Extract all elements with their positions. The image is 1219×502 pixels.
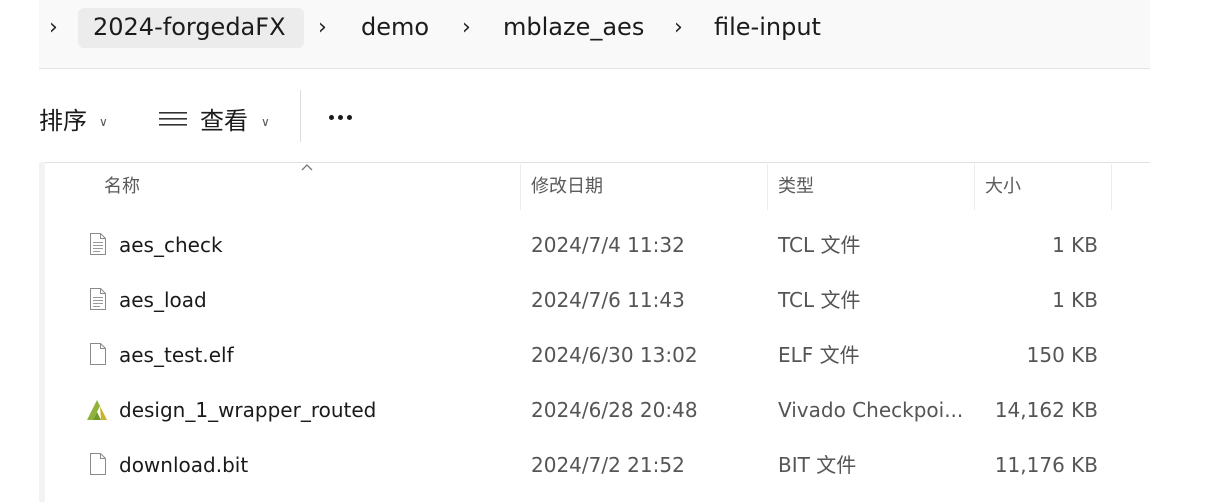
file-name: design_1_wrapper_routed: [119, 398, 377, 422]
column-header-size[interactable]: 大小: [985, 178, 1021, 196]
pane-border: [39, 162, 1150, 163]
sort-button[interactable]: 排序 ∨: [39, 105, 119, 139]
breadcrumb-item-file-input[interactable]: file-input: [714, 15, 821, 39]
file-name: aes_test.elf: [119, 343, 234, 367]
file-type: BIT 文件: [778, 453, 857, 477]
breadcrumb-item-root[interactable]: 2024-forgedaFX: [93, 15, 286, 39]
file-row[interactable]: aes_test.elf 2024/6/30 13:02 ELF 文件 150 …: [50, 332, 1110, 377]
vivado-logo-icon: [87, 400, 107, 420]
column-header-type[interactable]: 类型: [778, 178, 814, 196]
sort-ascending-icon: [301, 164, 313, 171]
column-divider[interactable]: [974, 164, 975, 210]
file-type: ELF 文件: [778, 343, 860, 367]
more-options-button[interactable]: [322, 104, 362, 130]
chevron-right-icon[interactable]: ›: [462, 17, 471, 39]
file-modified: 2024/7/6 11:43: [531, 288, 685, 312]
file-name: aes_load: [119, 288, 207, 312]
text-file-icon: [90, 233, 106, 255]
file-size: 150 KB: [1026, 343, 1098, 367]
sort-label: 排序: [39, 107, 87, 135]
file-modified: 2024/7/4 11:32: [531, 233, 685, 257]
file-row[interactable]: design_1_wrapper_routed 2024/6/28 20:48 …: [50, 387, 1110, 432]
toolbar-divider: [300, 90, 301, 142]
file-row[interactable]: aes_load 2024/7/6 11:43 TCL 文件 1 KB: [50, 277, 1110, 322]
column-divider[interactable]: [767, 164, 768, 210]
column-divider[interactable]: [1111, 164, 1112, 210]
column-divider[interactable]: [520, 164, 521, 210]
breadcrumb-item-mblaze-aes[interactable]: mblaze_aes: [503, 15, 644, 39]
file-name: aes_check: [119, 233, 223, 257]
column-header-modified[interactable]: 修改日期: [531, 178, 603, 196]
chevron-right-icon[interactable]: ›: [49, 17, 58, 39]
breadcrumb-item-demo[interactable]: demo: [361, 15, 429, 39]
file-size: 1 KB: [1052, 233, 1098, 257]
file-modified: 2024/6/30 13:02: [531, 343, 698, 367]
file-type: TCL 文件: [778, 233, 861, 257]
file-row[interactable]: download.bit 2024/7/2 21:52 BIT 文件 11,17…: [50, 442, 1110, 487]
view-button[interactable]: 查看 ∨: [158, 105, 278, 139]
file-type: TCL 文件: [778, 288, 861, 312]
file-size: 14,162 KB: [994, 398, 1098, 422]
blank-file-icon: [90, 453, 106, 475]
chevron-right-icon[interactable]: ›: [318, 17, 327, 39]
chevron-right-icon[interactable]: ›: [674, 17, 683, 39]
chevron-down-icon: ∨: [261, 115, 270, 129]
file-size: 11,176 KB: [994, 453, 1098, 477]
file-modified: 2024/7/2 21:52: [531, 453, 685, 477]
list-view-icon: [159, 112, 187, 126]
blank-file-icon: [90, 343, 106, 365]
file-size: 1 KB: [1052, 288, 1098, 312]
text-file-icon: [90, 288, 106, 310]
file-modified: 2024/6/28 20:48: [531, 398, 698, 422]
chevron-down-icon: ∨: [99, 115, 108, 129]
file-name: download.bit: [119, 453, 249, 477]
file-type: Vivado Checkpoi...: [778, 398, 964, 422]
file-row[interactable]: aes_check 2024/7/4 11:32 TCL 文件 1 KB: [50, 222, 1110, 267]
pane-left-edge: [39, 162, 45, 502]
view-label: 查看: [200, 107, 248, 135]
column-header-name[interactable]: 名称: [104, 178, 140, 196]
more-dots-icon: [329, 115, 334, 120]
